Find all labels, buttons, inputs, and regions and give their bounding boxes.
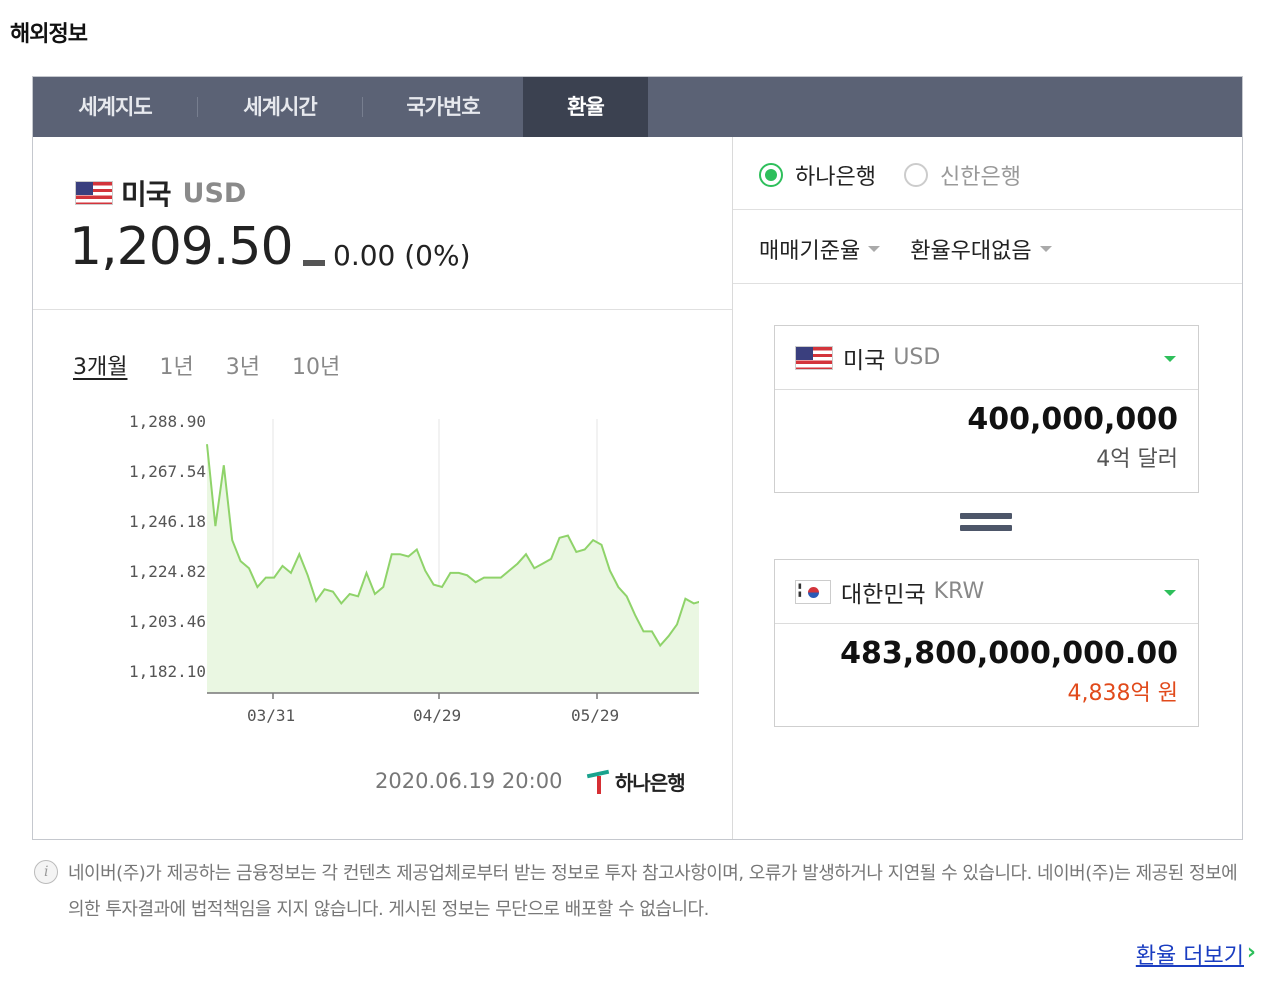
exchange-widget: 세계지도 세계시간 국가번호 환율 미국 USD 1,209.50 0.00 (…	[32, 76, 1243, 840]
rate-panel: 미국 USD 1,209.50 0.00 (0%) 3개월 1년 3년 10년 …	[33, 137, 733, 839]
period-3m[interactable]: 3개월	[73, 349, 127, 381]
from-currency-select[interactable]: 미국 USD	[775, 326, 1198, 390]
info-icon: i	[34, 860, 58, 884]
rate-change: 0.00 (0%)	[303, 239, 471, 272]
y-tick-label: 1,267.54	[129, 462, 206, 481]
select-label: 환율우대없음	[910, 239, 1032, 264]
tab-world-map[interactable]: 세계지도	[33, 77, 197, 137]
x-tick-label: 05/29	[571, 706, 619, 725]
caret-down-icon	[868, 246, 881, 252]
rate-type-select[interactable]: 매매기준율	[759, 233, 881, 265]
converter-panel: 하나은행 신한은행 매매기준율 환율우대없음 미국 USD 400,000,00…	[733, 137, 1242, 839]
from-currency-box: 미국 USD 400,000,000 4억 달러	[774, 325, 1199, 493]
tab-exchange-rate[interactable]: 환율	[523, 77, 648, 137]
y-tick-label: 1,224.82	[129, 562, 206, 581]
to-currency-name: 대한민국	[841, 581, 926, 608]
to-currency-code: KRW	[933, 579, 985, 604]
caret-down-icon	[1039, 246, 1052, 252]
x-tick-label: 04/29	[413, 706, 461, 725]
radio-unchecked-icon	[903, 163, 928, 187]
x-tick-label: 03/31	[247, 706, 295, 725]
divider	[33, 309, 732, 310]
select-label: 매매기준율	[759, 239, 861, 264]
more-exchange-link[interactable]: 환율 더보기	[1136, 938, 1244, 970]
divider	[733, 283, 1242, 284]
y-tick-label: 1,246.18	[129, 512, 206, 531]
equals-icon	[960, 513, 1012, 537]
to-amount-words: 4,838억 원	[1067, 681, 1178, 706]
radio-shinhan-bank[interactable]: 신한은행	[903, 159, 1021, 191]
to-currency-box: 대한민국 KRW 483,800,000,000.00 4,838억 원	[774, 559, 1199, 727]
radio-label: 신한은행	[939, 165, 1021, 190]
currency-code: USD	[182, 177, 247, 209]
to-currency-select[interactable]: 대한민국 KRW	[775, 560, 1198, 624]
section-title: 해외정보	[10, 22, 88, 47]
hana-logo-text: 하나은행	[615, 771, 686, 795]
us-flag-icon	[75, 181, 113, 205]
no-change-icon	[303, 259, 325, 266]
tab-bar: 세계지도 세계시간 국가번호 환율	[33, 77, 1242, 137]
y-tick-label: 1,182.10	[129, 662, 206, 681]
dropdown-arrow-icon	[1164, 356, 1176, 362]
hana-logo-icon	[587, 768, 611, 796]
tab-country-code[interactable]: 국가번호	[363, 77, 523, 137]
divider	[733, 209, 1242, 210]
tab-world-time[interactable]: 세계시간	[198, 77, 362, 137]
period-10y[interactable]: 10년	[292, 349, 340, 381]
dropdown-arrow-icon	[1164, 590, 1176, 596]
radio-checked-icon	[759, 163, 783, 187]
period-1y[interactable]: 1년	[159, 349, 193, 381]
radio-hana-bank[interactable]: 하나은행	[759, 159, 876, 191]
rate-chart: 1,288.90 1,267.54 1,246.18 1,224.82 1,203.46…	[129, 412, 699, 725]
y-tick-label: 1,203.46	[129, 612, 206, 631]
hana-bank-logo: 하나은행	[587, 767, 686, 796]
chevron-right-icon: ›	[1246, 940, 1256, 965]
currency-header: 미국 USD	[75, 177, 247, 211]
rate-change-value: 0.00 (0%)	[333, 239, 471, 272]
us-flag-icon	[795, 345, 833, 370]
currency-name: 미국	[121, 178, 172, 211]
to-amount-input[interactable]: 483,800,000,000.00	[775, 624, 1198, 671]
kr-flag-icon	[795, 579, 831, 604]
period-3y[interactable]: 3년	[226, 349, 260, 381]
exchange-rate-value: 1,209.50	[69, 217, 294, 277]
discount-select[interactable]: 환율우대없음	[910, 233, 1052, 265]
disclaimer: i 네이버(주)가 제공하는 금융정보는 각 컨텐츠 제공업체로부터 받는 정보…	[34, 856, 1244, 928]
rate-options: 매매기준율 환율우대없음	[759, 233, 1052, 265]
from-amount-input[interactable]: 400,000,000	[775, 390, 1198, 437]
bank-selector: 하나은행 신한은행	[759, 159, 1021, 191]
from-amount-words: 4억 달러	[1096, 447, 1178, 472]
from-currency-name: 미국	[843, 347, 886, 374]
period-selector: 3개월 1년 3년 10년	[73, 349, 340, 381]
from-currency-code: USD	[893, 345, 941, 370]
radio-label: 하나은행	[795, 165, 876, 190]
y-tick-label: 1,288.90	[129, 412, 206, 431]
timestamp: 2020.06.19 20:00	[375, 769, 563, 793]
disclaimer-text: 네이버(주)가 제공하는 금융정보는 각 컨텐츠 제공업체로부터 받는 정보로 …	[68, 863, 1238, 920]
